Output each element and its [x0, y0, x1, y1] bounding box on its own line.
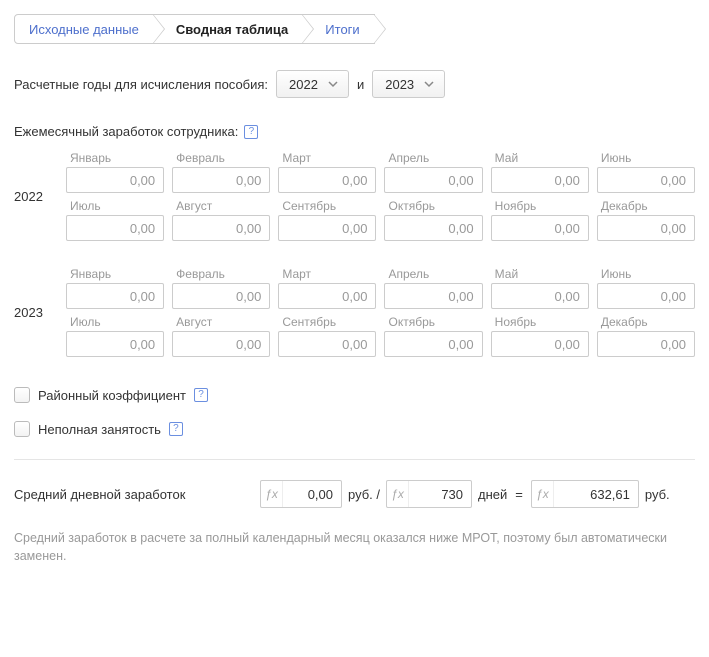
- part-time-row: Неполная занятость ?: [14, 421, 695, 437]
- earnings-input-2023-sep[interactable]: [278, 331, 376, 357]
- month-label: Март: [278, 151, 376, 165]
- year-2023-row: 2023 Январь Февраль Март Апрель Май Июнь…: [14, 267, 695, 357]
- unit-rub: руб.: [645, 487, 670, 502]
- earnings-input-2022-jul[interactable]: [66, 215, 164, 241]
- month-label: Декабрь: [597, 315, 695, 329]
- help-icon[interactable]: ?: [194, 388, 208, 402]
- month-label: Ноябрь: [491, 199, 589, 213]
- fx-icon: ƒx: [261, 481, 283, 507]
- district-coeff-row: Районный коэффициент ?: [14, 387, 695, 403]
- calc-years-label: Расчетные годы для исчисления пособия:: [14, 77, 268, 92]
- earnings-input-2023-jul[interactable]: [66, 331, 164, 357]
- earnings-label: Ежемесячный заработок сотрудника:: [14, 124, 238, 139]
- step-source[interactable]: Исходные данные: [14, 14, 154, 44]
- month-label: Февраль: [172, 267, 270, 281]
- month-label: Январь: [66, 151, 164, 165]
- earnings-input-2023-apr[interactable]: [384, 283, 482, 309]
- divider: [14, 459, 695, 460]
- avg-daily-label: Средний дневной заработок: [14, 487, 254, 502]
- month-label: Октябрь: [384, 199, 482, 213]
- month-label: Август: [172, 199, 270, 213]
- month-label: Май: [491, 151, 589, 165]
- month-label: Июль: [66, 199, 164, 213]
- days-input[interactable]: [409, 481, 471, 507]
- earnings-input-2022-aug[interactable]: [172, 215, 270, 241]
- earnings-input-2023-dec[interactable]: [597, 331, 695, 357]
- fx-icon: ƒx: [532, 481, 554, 507]
- avg-amount-input[interactable]: [283, 481, 341, 507]
- fx-icon: ƒx: [387, 481, 409, 507]
- year-2023-label: 2023: [14, 305, 66, 320]
- avg-daily-row: Средний дневной заработок ƒx руб. / ƒx д…: [14, 480, 695, 508]
- total-box[interactable]: ƒx: [531, 480, 639, 508]
- earnings-input-2022-dec[interactable]: [597, 215, 695, 241]
- earnings-input-2022-feb[interactable]: [172, 167, 270, 193]
- steps-nav: Исходные данные Сводная таблица Итоги: [14, 14, 695, 44]
- earnings-input-2023-jan[interactable]: [66, 283, 164, 309]
- district-coeff-label: Районный коэффициент: [38, 388, 186, 403]
- month-label: Февраль: [172, 151, 270, 165]
- earnings-input-2023-oct[interactable]: [384, 331, 482, 357]
- chevron-down-icon: [324, 71, 342, 97]
- calc-years-row: Расчетные годы для исчисления пособия: 2…: [14, 70, 695, 98]
- earnings-input-2023-feb[interactable]: [172, 283, 270, 309]
- earnings-input-2022-nov[interactable]: [491, 215, 589, 241]
- month-label: Декабрь: [597, 199, 695, 213]
- and-label: и: [357, 77, 364, 92]
- month-label: Июнь: [597, 267, 695, 281]
- month-label: Сентябрь: [278, 315, 376, 329]
- part-time-checkbox[interactable]: [14, 421, 30, 437]
- month-label: Сентябрь: [278, 199, 376, 213]
- year-2022-row: 2022 Январь Февраль Март Апрель Май Июнь…: [14, 151, 695, 241]
- month-label: Ноябрь: [491, 315, 589, 329]
- district-coeff-checkbox[interactable]: [14, 387, 30, 403]
- year2-select[interactable]: 2023: [372, 70, 445, 98]
- month-label: Июнь: [597, 151, 695, 165]
- earnings-input-2023-nov[interactable]: [491, 331, 589, 357]
- help-icon[interactable]: ?: [244, 125, 258, 139]
- earnings-input-2022-jan[interactable]: [66, 167, 164, 193]
- month-label: Июль: [66, 315, 164, 329]
- earnings-input-2023-aug[interactable]: [172, 331, 270, 357]
- mrot-note: Средний заработок в расчете за полный ка…: [14, 530, 695, 565]
- avg-amount-box[interactable]: ƒx: [260, 480, 342, 508]
- month-label: Октябрь: [384, 315, 482, 329]
- month-label: Август: [172, 315, 270, 329]
- chevron-down-icon: [420, 71, 438, 97]
- month-label: Март: [278, 267, 376, 281]
- earnings-label-row: Ежемесячный заработок сотрудника: ?: [14, 124, 695, 139]
- part-time-label: Неполная занятость: [38, 422, 161, 437]
- step-summary[interactable]: Сводная таблица: [153, 14, 303, 44]
- earnings-input-2022-mar[interactable]: [278, 167, 376, 193]
- earnings-input-2023-jun[interactable]: [597, 283, 695, 309]
- month-label: Январь: [66, 267, 164, 281]
- earnings-input-2023-mar[interactable]: [278, 283, 376, 309]
- month-label: Апрель: [384, 267, 482, 281]
- earnings-input-2023-may[interactable]: [491, 283, 589, 309]
- earnings-input-2022-apr[interactable]: [384, 167, 482, 193]
- unit-days: дней: [478, 487, 507, 502]
- earnings-input-2022-jun[interactable]: [597, 167, 695, 193]
- month-label: Апрель: [384, 151, 482, 165]
- earnings-input-2022-sep[interactable]: [278, 215, 376, 241]
- unit-rub-per: руб. /: [348, 487, 380, 502]
- earnings-input-2022-oct[interactable]: [384, 215, 482, 241]
- total-input[interactable]: [554, 481, 638, 507]
- equals-sign: =: [513, 487, 525, 502]
- help-icon[interactable]: ?: [169, 422, 183, 436]
- earnings-input-2022-may[interactable]: [491, 167, 589, 193]
- year-2022-label: 2022: [14, 189, 66, 204]
- month-label: Май: [491, 267, 589, 281]
- year1-select[interactable]: 2022: [276, 70, 349, 98]
- days-box[interactable]: ƒx: [386, 480, 472, 508]
